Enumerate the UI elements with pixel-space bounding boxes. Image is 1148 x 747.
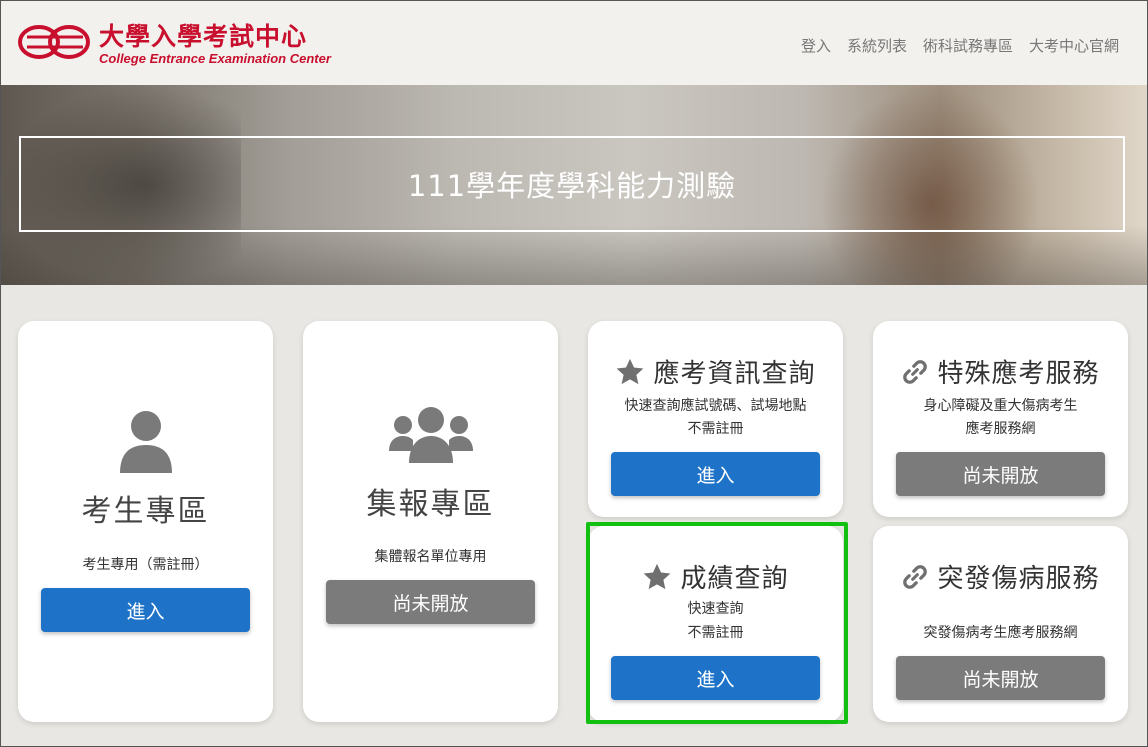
page-title: 111學年度學科能力測驗 [407,169,737,203]
score-card-highlight [586,522,848,724]
card-special-service-line1: 身心障礙及重大傷病考生 [923,398,1078,414]
user-icon [119,411,172,473]
top-nav: 登入 系統列表 術科試務專區 大考中心官網 [801,35,1119,56]
card-group-subtitle: 集體報名單位專用 [374,549,487,565]
nav-system-list[interactable]: 系統列表 [847,35,907,56]
nav-official-site[interactable]: 大考中心官網 [1029,35,1119,56]
logo-english-name: College Entrance Examination Center [99,51,331,66]
card-exam-info-line2: 不需註冊 [687,421,744,437]
nav-login[interactable]: 登入 [801,35,831,56]
card-special-service-title: 特殊應考服務 [937,359,1100,389]
users-group-icon [388,407,473,463]
student-enter-button[interactable]: 進入 [41,588,250,632]
card-group-title: 集報專區 [366,487,495,522]
ceec-logo-icon [18,25,90,59]
card-student: 考生專區 考生專用（需註冊） 進入 [18,321,273,722]
group-not-open-button[interactable]: 尚未開放 [326,580,535,624]
special-service-not-open-button[interactable]: 尚未開放 [896,452,1105,496]
link-icon [903,359,928,384]
card-exam-info-line1: 快速查詢應試號碼、試場地點 [624,398,807,414]
card-student-title: 考生專區 [81,494,210,529]
logo-chinese-name: 大學入學考試中心 [99,22,308,51]
star-icon [617,358,644,384]
card-sudden-illness: 突發傷病服務 突發傷病考生應考服務網 尚未開放 [873,526,1128,722]
card-exam-info-title: 應考資訊查詢 [653,359,816,389]
card-sudden-illness-line1: 突發傷病考生應考服務網 [923,625,1078,641]
nav-practical-exam[interactable]: 術科試務專區 [923,35,1013,56]
card-group: 集報專區 集體報名單位專用 尚未開放 [303,321,558,722]
banner-title-box: 111學年度學科能力測驗 [19,136,1125,232]
exam-info-enter-button[interactable]: 進入 [611,452,820,496]
link-icon [903,564,928,589]
card-sudden-illness-title: 突發傷病服務 [937,564,1100,594]
site-header: 大學入學考試中心 College Entrance Examination Ce… [1,1,1147,85]
sudden-illness-not-open-button[interactable]: 尚未開放 [896,656,1105,700]
card-special-service-line2: 應考服務網 [965,421,1036,437]
card-student-subtitle: 考生專用（需註冊） [82,557,209,573]
card-exam-info: 應考資訊查詢 快速查詢應試號碼、試場地點 不需註冊 進入 [588,321,843,517]
card-special-service: 特殊應考服務 身心障礙及重大傷病考生 應考服務網 尚未開放 [873,321,1128,517]
hero-banner: 111學年度學科能力測驗 [1,85,1147,285]
site-logo[interactable]: 大學入學考試中心 College Entrance Examination Ce… [17,13,347,73]
